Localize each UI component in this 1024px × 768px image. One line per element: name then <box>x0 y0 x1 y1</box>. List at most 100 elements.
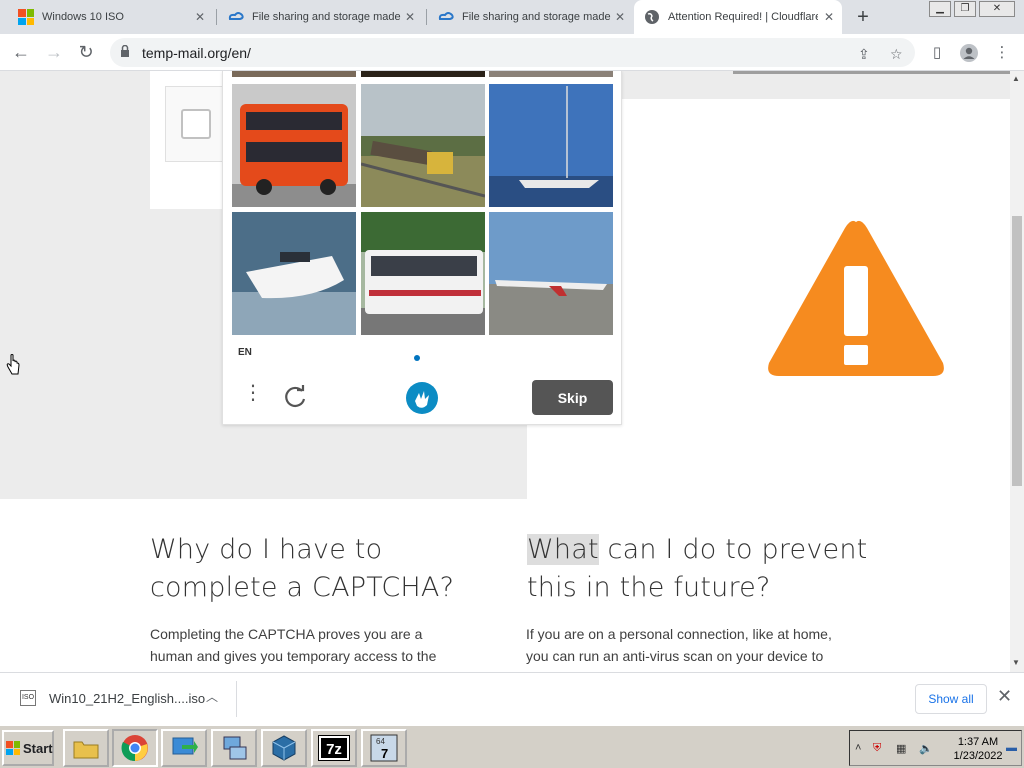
image-tile[interactable] <box>361 71 485 77</box>
taskbar: Start 7z 64 7 ˄ ⛨ ▦ 🔈 1:37 AM 1/23/2022 ▬ <box>0 724 1024 768</box>
show-all-button[interactable]: Show all <box>915 684 987 714</box>
security-alert-icon[interactable]: ⛨ <box>873 742 881 755</box>
paragraph-line: you can run an anti-virus scan on your d… <box>526 648 824 664</box>
chrome-taskbar-icon[interactable] <box>112 729 158 767</box>
7zip-taskbar-icon[interactable]: 7z <box>311 729 357 767</box>
progress-dot <box>414 355 420 361</box>
page-content: EN ⋮ Skip Why do I have to complete a CA… <box>0 71 1010 672</box>
heading-why-captcha: Why do I have to complete a CAPTCHA? <box>150 531 454 607</box>
vertical-scrollbar[interactable]: ▲ ▼ <box>1010 71 1024 672</box>
menu-icon[interactable]: ⋮ <box>243 383 263 403</box>
svg-text:7: 7 <box>381 746 388 761</box>
address-bar[interactable]: temp-mail.org/en/ ⇪ ☆ <box>110 38 915 67</box>
tab-windows-iso[interactable]: Windows 10 ISO ✕ <box>8 0 213 34</box>
image-tile-bus[interactable] <box>232 84 356 207</box>
divider <box>733 71 1010 74</box>
heading-prevent: What can I do to prevent this in the fut… <box>527 531 867 607</box>
show-desktop-icon[interactable]: ▬ <box>1006 742 1017 754</box>
paragraph-line: human and gives you temporary access to … <box>150 648 437 664</box>
iso-file-icon: ISO <box>20 690 36 706</box>
restore-button[interactable]: ❐ <box>954 1 976 17</box>
tab-separator <box>426 9 427 25</box>
image-tile-coach-bus[interactable] <box>361 212 485 335</box>
close-icon[interactable]: ✕ <box>997 686 1012 707</box>
clock[interactable]: 1:37 AM 1/23/2022 <box>948 735 1008 763</box>
image-tile-speedboat[interactable] <box>232 212 356 335</box>
download-filename[interactable]: Win10_21H2_English....iso <box>49 691 205 706</box>
heading-line: this in the future? <box>527 572 771 603</box>
scroll-up-icon[interactable]: ▲ <box>1012 74 1020 83</box>
tab-strip: Windows 10 ISO ✕ File sharing and storag… <box>0 0 1024 34</box>
paragraph-why: Completing the CAPTCHA proves you are a … <box>150 623 436 667</box>
volume-icon[interactable]: 🔈 <box>919 742 933 755</box>
url-text: temp-mail.org/en/ <box>142 45 251 61</box>
tab-title: File sharing and storage made <box>252 11 401 23</box>
share-icon[interactable]: ⇪ <box>858 46 870 63</box>
clock-time: 1:37 AM <box>957 736 999 748</box>
new-tab-button[interactable]: + <box>852 6 874 29</box>
virtualbox-taskbar-icon[interactable] <box>261 729 307 767</box>
explorer-taskbar-icon[interactable] <box>63 729 109 767</box>
minimize-button[interactable]: ▁ <box>929 1 951 17</box>
skip-button[interactable]: Skip <box>532 380 613 415</box>
window-close-button[interactable]: ✕ <box>979 1 1015 17</box>
cloud-icon <box>438 12 454 20</box>
heading-line: complete a CAPTCHA? <box>150 572 455 603</box>
highlighted-text: What <box>527 534 599 565</box>
scrollbar-thumb[interactable] <box>1012 216 1022 486</box>
globe-icon <box>645 10 659 24</box>
paragraph-prevent: If you are on a personal connection, lik… <box>526 623 832 667</box>
network-taskbar-icon[interactable] <box>211 729 257 767</box>
refresh-icon[interactable] <box>282 384 308 410</box>
remote-desktop-taskbar-icon[interactable] <box>161 729 207 767</box>
image-tile-airplane[interactable] <box>489 212 613 335</box>
clock-date: 1/23/2022 <box>953 750 1003 762</box>
bookmark-star-icon[interactable]: ☆ <box>890 46 903 63</box>
close-icon[interactable]: ✕ <box>615 10 625 24</box>
tab-title: File sharing and storage made <box>462 11 611 23</box>
windows-icon <box>6 741 20 755</box>
7zip-64-taskbar-icon[interactable]: 64 7 <box>361 729 407 767</box>
close-icon[interactable]: ✕ <box>195 10 205 24</box>
heading-line: Why do I have to <box>150 534 383 565</box>
tab-title: Windows 10 ISO <box>42 11 124 23</box>
tab-file-sharing-2[interactable]: File sharing and storage made ✕ <box>428 0 633 34</box>
image-tile[interactable] <box>232 71 356 77</box>
language-selector[interactable]: EN <box>238 347 252 358</box>
image-tile[interactable] <box>489 71 613 77</box>
reload-button[interactable]: ↻ <box>74 41 98 65</box>
close-icon[interactable]: ✕ <box>405 10 415 24</box>
cloud-icon <box>228 12 244 20</box>
tab-file-sharing-1[interactable]: File sharing and storage made ✕ <box>218 0 423 34</box>
hand-cursor-icon <box>6 354 20 375</box>
chevron-up-icon[interactable]: ˄ <box>855 742 861 754</box>
browser-toolbar: ← → ↻ temp-mail.org/en/ ⇪ ☆ ▯ ⋮ <box>0 34 1024 71</box>
start-button[interactable]: Start <box>2 730 54 766</box>
forward-button[interactable]: → <box>42 41 66 65</box>
warning-icon <box>768 220 944 376</box>
side-panel-icon[interactable]: ▯ <box>925 41 949 65</box>
browser-menu-icon[interactable]: ⋮ <box>990 41 1014 65</box>
download-bar: ISO Win10_21H2_English....iso ︿ Show all… <box>0 672 1024 724</box>
system-tray: ˄ ⛨ ▦ 🔈 1:37 AM 1/23/2022 ▬ <box>849 730 1022 766</box>
paragraph-line: Completing the CAPTCHA proves you are a <box>150 626 423 642</box>
network-icon[interactable]: ▦ <box>896 742 906 755</box>
heading-line: can I do to prevent <box>598 534 868 565</box>
lock-icon <box>121 45 129 57</box>
image-tile-train[interactable] <box>361 84 485 207</box>
start-label: Start <box>23 740 53 756</box>
hcaptcha-logo-icon <box>406 382 438 414</box>
scroll-down-icon[interactable]: ▼ <box>1012 658 1020 667</box>
tab-attention-required[interactable]: Attention Required! | Cloudflare ✕ <box>634 0 842 34</box>
profile-avatar[interactable] <box>957 41 981 65</box>
windows-icon <box>18 9 34 25</box>
tab-title: Attention Required! | Cloudflare <box>668 11 818 23</box>
captcha-checkbox[interactable] <box>181 109 211 139</box>
divider <box>236 681 237 717</box>
tab-separator <box>216 9 217 25</box>
close-icon[interactable]: ✕ <box>824 10 834 24</box>
back-button[interactable]: ← <box>9 41 33 65</box>
image-tile-sailboat[interactable] <box>489 84 613 207</box>
svg-text:64: 64 <box>376 737 385 746</box>
chevron-up-icon[interactable]: ︿ <box>206 688 218 705</box>
